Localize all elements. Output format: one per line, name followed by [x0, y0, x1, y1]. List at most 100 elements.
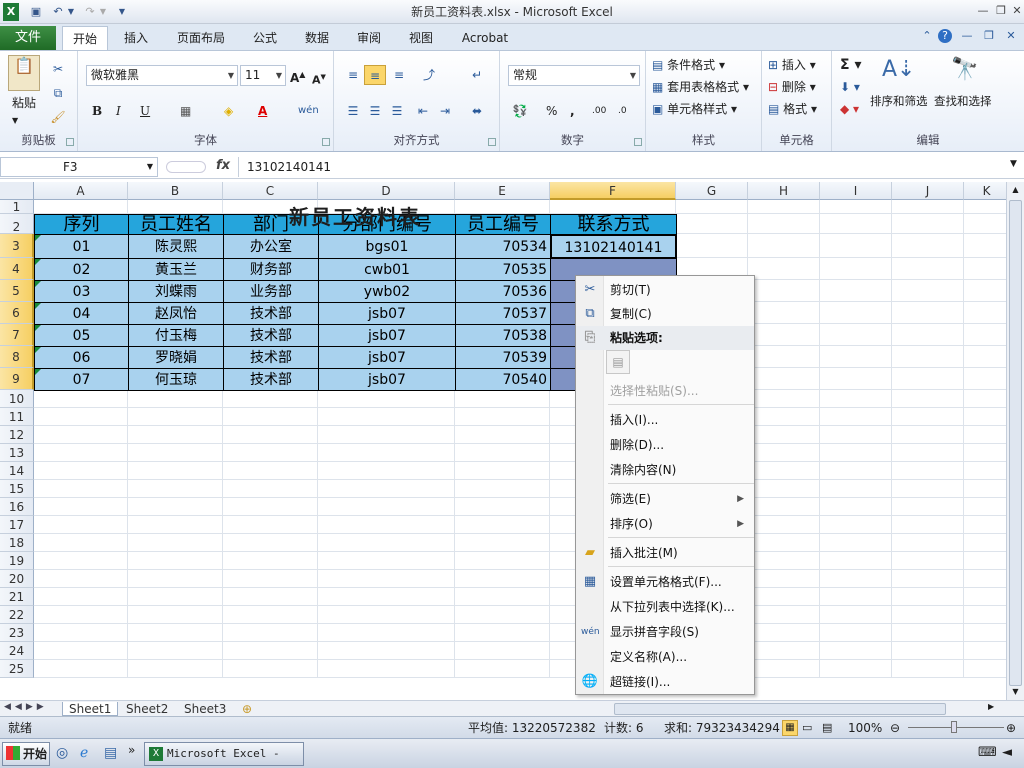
- column-header-i[interactable]: I: [820, 182, 892, 200]
- grid-cell[interactable]: [318, 624, 455, 642]
- grid-cell[interactable]: [128, 516, 223, 534]
- table-cell[interactable]: 02: [34, 258, 129, 281]
- sheet-nav-arrows-icon[interactable]: ◀◀▶▶: [4, 702, 48, 712]
- close-icon[interactable]: ✕: [1008, 3, 1024, 19]
- grid-cell[interactable]: [34, 426, 128, 444]
- italic-icon[interactable]: I: [116, 101, 121, 121]
- grid-cell[interactable]: [748, 498, 820, 516]
- menu-insert-comment[interactable]: ▰ 插入批注(M): [576, 541, 754, 565]
- grid-cell[interactable]: [964, 444, 1010, 462]
- grid-cell[interactable]: [964, 570, 1010, 588]
- zoom-slider-thumb[interactable]: [951, 721, 957, 733]
- table-cell[interactable]: 04: [34, 302, 129, 325]
- grid-cell[interactable]: [455, 516, 550, 534]
- align-middle-icon[interactable]: ≡: [364, 65, 386, 85]
- grid-cell[interactable]: [892, 516, 964, 534]
- menu-paste-special[interactable]: 选择性粘贴(S)...: [576, 379, 754, 403]
- grid-cell[interactable]: [223, 642, 318, 660]
- table-cell[interactable]: 70536: [455, 280, 551, 303]
- grid-cell[interactable]: [820, 606, 892, 624]
- grid-cell[interactable]: [964, 624, 1010, 642]
- find-select-button[interactable]: 查找和选择: [934, 91, 992, 111]
- clear-icon[interactable]: ◆ ▾: [840, 99, 859, 119]
- grid-cell[interactable]: [455, 408, 550, 426]
- row-header-1[interactable]: 1: [0, 200, 34, 214]
- comma-icon[interactable]: ,: [570, 101, 575, 121]
- vertical-scrollbar[interactable]: ▲ ▼: [1006, 182, 1024, 700]
- page-layout-view-icon[interactable]: ▭: [802, 717, 812, 739]
- tab-page-layout[interactable]: 页面布局: [170, 26, 232, 50]
- grid-cell[interactable]: [964, 480, 1010, 498]
- grid-cell[interactable]: [964, 214, 1010, 234]
- table-cell[interactable]: 03: [34, 280, 129, 303]
- minimize-icon[interactable]: —: [974, 3, 992, 19]
- grid-cell[interactable]: [128, 552, 223, 570]
- grid-cell[interactable]: [128, 570, 223, 588]
- zoom-out-icon[interactable]: ⊖: [890, 717, 900, 739]
- row-header-21[interactable]: 21: [0, 588, 34, 606]
- taskbar-excel-item[interactable]: X Microsoft Excel - ...: [144, 742, 304, 766]
- row-header-22[interactable]: 22: [0, 606, 34, 624]
- grid-cell[interactable]: [455, 588, 550, 606]
- decrease-decimal-icon[interactable]: .0: [618, 101, 627, 121]
- table-cell[interactable]: 技术部: [223, 346, 319, 369]
- grid-cell[interactable]: [748, 444, 820, 462]
- grid-cell[interactable]: [676, 200, 748, 214]
- grid-cell[interactable]: [748, 280, 820, 302]
- grid-cell[interactable]: [892, 302, 964, 324]
- grid-cell[interactable]: [455, 426, 550, 444]
- column-header-j[interactable]: J: [892, 182, 964, 200]
- increase-decimal-icon[interactable]: .00: [592, 101, 606, 121]
- row-header-25[interactable]: 25: [0, 660, 34, 678]
- media-icon[interactable]: ▤: [104, 745, 117, 761]
- grid-cell[interactable]: [892, 390, 964, 408]
- grid-cell[interactable]: [34, 588, 128, 606]
- grid-cell[interactable]: [748, 324, 820, 346]
- grid-cell[interactable]: [892, 444, 964, 462]
- grid-cell[interactable]: [820, 480, 892, 498]
- grid-cell[interactable]: [318, 570, 455, 588]
- grid-cell[interactable]: [892, 280, 964, 302]
- table-cell[interactable]: 何玉琼: [128, 368, 224, 391]
- grid-cell[interactable]: [748, 462, 820, 480]
- grid-cell[interactable]: [455, 642, 550, 660]
- table-cell[interactable]: 财务部: [223, 258, 319, 281]
- grid-cell[interactable]: [748, 570, 820, 588]
- grid-cell[interactable]: [128, 426, 223, 444]
- keyboard-icon[interactable]: ⌨: [978, 745, 997, 760]
- grid-cell[interactable]: [892, 346, 964, 368]
- grid-cell[interactable]: [964, 426, 1010, 444]
- align-top-icon[interactable]: ≡: [344, 65, 362, 85]
- font-size-combo[interactable]: 11 ▼: [240, 65, 286, 86]
- grid-cell[interactable]: [455, 624, 550, 642]
- align-center-icon[interactable]: ☰: [366, 101, 384, 121]
- table-cell[interactable]: 70540: [455, 368, 551, 391]
- table-cell[interactable]: 刘蝶雨: [128, 280, 224, 303]
- grid-cell[interactable]: [128, 588, 223, 606]
- grid-cell[interactable]: [820, 346, 892, 368]
- grid-cell[interactable]: [964, 390, 1010, 408]
- zoom-level[interactable]: 100%: [848, 717, 882, 739]
- grid-cell[interactable]: [455, 660, 550, 678]
- format-cells-button[interactable]: ▤ 格式 ▾: [768, 99, 817, 119]
- grid-cell[interactable]: [455, 480, 550, 498]
- grid-cell[interactable]: [223, 480, 318, 498]
- grid-cell[interactable]: [892, 200, 964, 214]
- number-expand-icon[interactable]: [634, 138, 642, 146]
- grid-cell[interactable]: [748, 346, 820, 368]
- fill-icon[interactable]: ⬇ ▾: [840, 77, 860, 97]
- clipboard-expand-icon[interactable]: [66, 138, 74, 146]
- grid-cell[interactable]: [318, 426, 455, 444]
- number-format-combo[interactable]: 常规 ▼: [508, 65, 640, 86]
- help-icon[interactable]: ?: [938, 29, 952, 43]
- grid-cell[interactable]: [34, 624, 128, 642]
- grid-cell[interactable]: [964, 516, 1010, 534]
- grid-cell[interactable]: [34, 390, 128, 408]
- grid-cell[interactable]: [820, 234, 892, 258]
- grid-cell[interactable]: [128, 606, 223, 624]
- grid-cell[interactable]: [964, 258, 1010, 280]
- row-header-9[interactable]: 9: [0, 368, 34, 390]
- table-cell[interactable]: 业务部: [223, 280, 319, 303]
- cell-styles-button[interactable]: ▣ 单元格样式 ▾: [652, 99, 737, 119]
- grid-cell[interactable]: [318, 588, 455, 606]
